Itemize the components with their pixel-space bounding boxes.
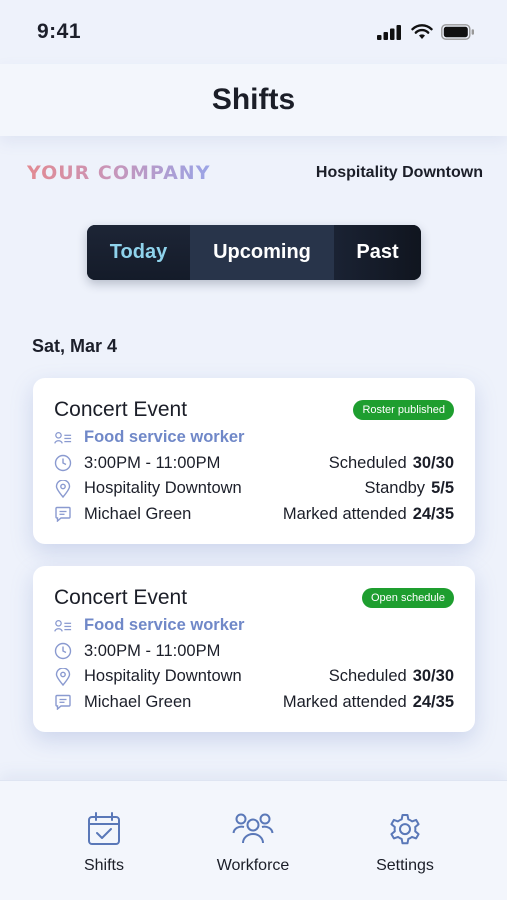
tab-today[interactable]: Today <box>87 225 190 280</box>
shift-time: 3:00PM - 11:00PM <box>84 453 221 472</box>
bottom-nav: Shifts Workforce Settings <box>0 780 507 900</box>
status-badge: Open schedule <box>362 588 454 608</box>
stat-attended: Marked attended 24/35 <box>283 505 454 524</box>
wifi-icon <box>411 24 433 39</box>
shift-title: Concert Event <box>54 398 188 421</box>
tab-past[interactable]: Past <box>334 225 421 280</box>
clock-icon <box>54 642 72 660</box>
clock-icon <box>54 454 72 472</box>
status-bar: 9:41 <box>0 0 507 64</box>
page-title: Shifts <box>211 83 296 116</box>
message-icon <box>54 505 72 523</box>
nav-item-shifts[interactable]: Shifts <box>79 811 129 875</box>
calendar-check-icon <box>88 812 120 845</box>
people-group-icon <box>232 813 274 844</box>
shift-card[interactable]: Concert Event Open schedule Food service… <box>33 566 475 732</box>
status-icons <box>377 24 475 40</box>
shift-period-tabs: Today Upcoming Past <box>87 225 421 280</box>
tab-upcoming[interactable]: Upcoming <box>190 225 334 280</box>
stat-label: Scheduled <box>328 667 407 686</box>
shift-title: Concert Event <box>54 586 188 609</box>
shift-manager: Michael Green <box>84 692 192 711</box>
battery-icon <box>441 24 474 40</box>
role-link[interactable]: Food service worker <box>84 428 244 447</box>
stat-label: Standby <box>364 479 426 498</box>
company-logo: YOUR COMPANY <box>27 162 211 184</box>
message-icon <box>54 693 72 711</box>
shift-manager: Michael Green <box>84 504 192 523</box>
stat-scheduled: Scheduled 30/30 <box>329 667 454 686</box>
nav-label: Settings <box>376 857 434 874</box>
stat-value: 30/30 <box>412 453 454 472</box>
shift-location: Hospitality Downtown <box>84 479 242 498</box>
stat-value: 24/35 <box>412 504 454 523</box>
stat-value: 24/35 <box>412 692 454 711</box>
location-name[interactable]: Hospitality Downtown <box>316 164 483 182</box>
stat-standby: Standby 5/5 <box>365 479 454 498</box>
stat-value: 5/5 <box>431 479 454 498</box>
status-time: 9:41 <box>37 20 82 43</box>
stat-scheduled: Scheduled 30/30 <box>329 454 454 473</box>
company-row: YOUR COMPANY Hospitality Downtown <box>27 158 483 188</box>
stat-label: Marked attended <box>282 692 407 711</box>
stat-value: 30/30 <box>412 667 454 686</box>
nav-item-settings[interactable]: Settings <box>369 811 441 875</box>
nav-label: Shifts <box>83 857 124 874</box>
stat-label: Marked attended <box>282 504 407 523</box>
shift-card[interactable]: Concert Event Roster published Food serv… <box>33 378 475 544</box>
app-header: Shifts <box>0 64 507 136</box>
gear-icon <box>390 814 420 845</box>
nav-label: Workforce <box>216 857 290 874</box>
stat-label: Scheduled <box>328 453 407 472</box>
person-list-icon <box>54 429 72 447</box>
location-pin-icon <box>54 479 72 498</box>
role-link[interactable]: Food service worker <box>84 616 244 635</box>
shift-location: Hospitality Downtown <box>84 667 242 686</box>
date-heading: Sat, Mar 4 <box>32 336 118 356</box>
signal-icon <box>377 25 401 40</box>
location-pin-icon <box>54 667 72 686</box>
nav-item-workforce[interactable]: Workforce <box>213 811 293 875</box>
shift-time: 3:00PM - 11:00PM <box>84 641 221 660</box>
status-badge: Roster published <box>353 400 454 420</box>
stat-attended: Marked attended 24/35 <box>283 693 454 712</box>
person-list-icon <box>54 617 72 635</box>
